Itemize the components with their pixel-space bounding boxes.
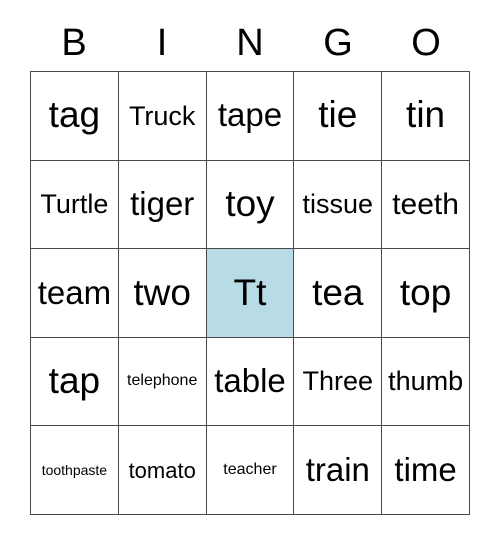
bingo-cell-r1c5[interactable]: tin [382, 72, 470, 161]
bingo-cell-label: time [394, 450, 457, 488]
bingo-cell-r1c2[interactable]: Truck [118, 72, 207, 161]
bingo-cell-label: tag [48, 94, 101, 136]
bingo-cell-r2c1[interactable]: Turtle [31, 160, 119, 250]
bingo-cell-r1c3[interactable]: tape [206, 72, 295, 161]
bingo-cell-label: two [133, 271, 191, 313]
bingo-grid: tag Truck tape tie tin Turtle tiger toy tissue te… [30, 71, 470, 515]
bingo-cell-label: thumb [388, 366, 464, 397]
bingo-cell-label: tomato [128, 457, 196, 483]
bingo-cell-r4c2[interactable]: telephone [118, 337, 207, 427]
bingo-cell-label: tape [217, 96, 283, 134]
bingo-cell-r1c1[interactable]: tag [31, 72, 119, 161]
bingo-cell-label: Tt [233, 271, 267, 313]
bingo-cell-r3c1[interactable]: team [31, 249, 119, 338]
bingo-cell-r5c1[interactable]: toothpaste [31, 426, 119, 515]
bingo-cell-r2c4[interactable]: tissue [294, 160, 383, 250]
bingo-cell-r4c4[interactable]: Three [294, 337, 383, 427]
bingo-cell-r2c3[interactable]: toy [206, 160, 295, 250]
bingo-cell-label: Three [302, 366, 374, 397]
bingo-cell-label: top [399, 271, 452, 313]
bingo-cell-label: telephone [127, 372, 198, 390]
bingo-cell-r3c5[interactable]: top [382, 249, 470, 338]
bingo-cell-label: train [305, 450, 370, 488]
bingo-cell-label: Turtle [40, 189, 109, 220]
bingo-cell-label: teacher [223, 460, 277, 478]
bingo-cell-r5c5[interactable]: time [382, 426, 470, 515]
bingo-header-letter-g: G [323, 22, 353, 64]
bingo-cell-label: team [37, 273, 112, 311]
bingo-cell-r3c3[interactable]: Tt [206, 249, 295, 338]
bingo-cell-label: toy [225, 182, 275, 224]
bingo-cell-label: tie [318, 94, 358, 136]
bingo-cell-label: teeth [392, 187, 459, 221]
bingo-header-letter-o: O [411, 22, 441, 64]
bingo-cell-r1c4[interactable]: tie [294, 72, 383, 161]
bingo-cell-r5c4[interactable]: train [294, 426, 383, 515]
bingo-cell-r4c5[interactable]: thumb [382, 337, 470, 427]
bingo-cell-label: tin [406, 94, 446, 136]
bingo-cell-r4c3[interactable]: table [206, 337, 295, 427]
bingo-cell-label: toothpaste [41, 461, 108, 478]
bingo-cell-r4c1[interactable]: tap [31, 337, 119, 427]
bingo-cell-label: tissue [302, 189, 374, 220]
bingo-header-row: B I N G O [30, 18, 470, 68]
bingo-header-letter-n: N [236, 22, 264, 64]
bingo-cell-label: tap [48, 360, 101, 402]
bingo-cell-label: Truck [128, 100, 196, 131]
bingo-card: B I N G O tag Truck tape tie tin Turtle tiger t… [0, 0, 500, 544]
bingo-cell-label: tea [312, 271, 364, 313]
bingo-cell-label: tiger [130, 185, 195, 223]
bingo-header-letter-b: B [61, 22, 87, 64]
bingo-cell-r3c2[interactable]: two [118, 249, 207, 338]
bingo-cell-r2c2[interactable]: tiger [118, 160, 207, 250]
bingo-cell-r3c4[interactable]: tea [294, 249, 383, 338]
bingo-cell-label: table [214, 362, 286, 400]
bingo-cell-r5c3[interactable]: teacher [206, 426, 295, 515]
bingo-cell-r5c2[interactable]: tomato [118, 426, 207, 515]
bingo-cell-r2c5[interactable]: teeth [382, 160, 470, 250]
bingo-header-letter-i: I [156, 22, 168, 64]
